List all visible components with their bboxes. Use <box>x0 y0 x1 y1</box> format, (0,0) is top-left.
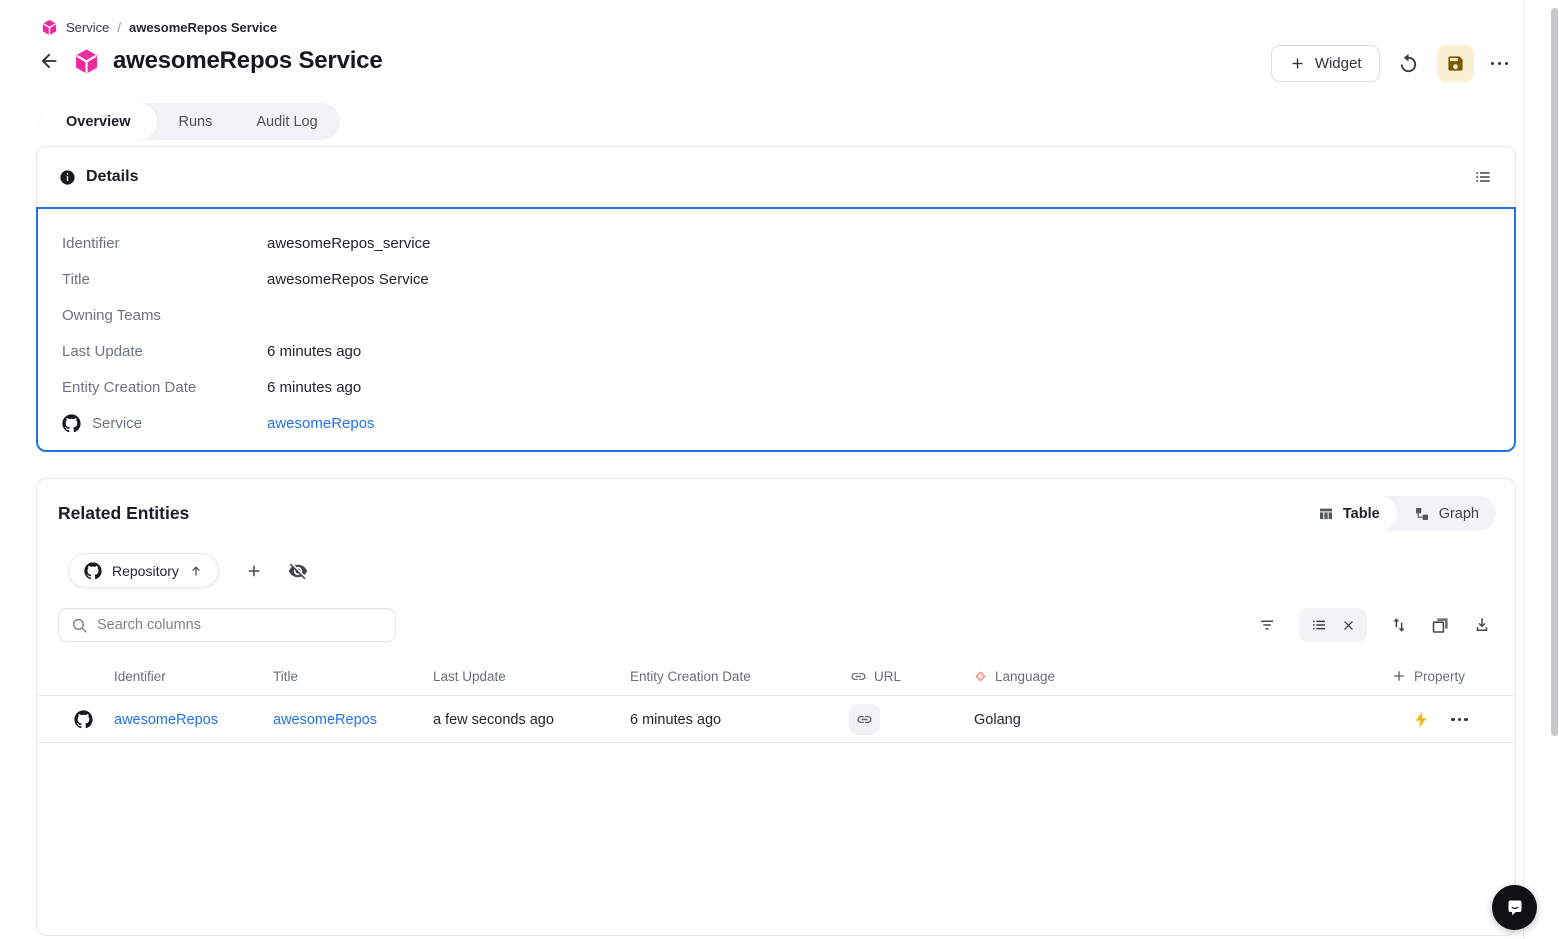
link-icon <box>850 668 867 685</box>
add-relation-button[interactable] <box>245 562 263 580</box>
clear-icon[interactable] <box>1341 618 1356 633</box>
info-icon <box>59 169 76 186</box>
header-actions: Widget <box>1270 45 1508 82</box>
table-header-row: Identifier Title Last Update Entity Crea… <box>37 656 1515 696</box>
search-columns-box <box>58 608 396 642</box>
breadcrumb-item-service[interactable]: Service <box>66 20 109 35</box>
details-header: Details <box>37 147 1515 207</box>
detail-row: Title awesomeRepos Service <box>62 261 1514 297</box>
row-title-link[interactable]: awesomeRepos <box>273 712 377 728</box>
column-header-last-update[interactable]: Last Update <box>433 656 506 696</box>
chat-icon <box>1503 896 1527 920</box>
table-icon <box>1318 506 1334 522</box>
save-icon <box>1446 54 1465 73</box>
breadcrumb-item-current: awesomeRepos Service <box>128 20 278 35</box>
plus-icon <box>1289 55 1306 72</box>
detail-label: Entity Creation Date <box>62 378 197 396</box>
service-entity-link[interactable]: awesomeRepos <box>267 415 375 432</box>
breadcrumb: Service / awesomeRepos Service <box>41 19 277 36</box>
detail-row: Identifier awesomeRepos_service <box>62 225 1514 261</box>
filter-icon[interactable] <box>1258 616 1276 634</box>
arrow-up-icon <box>189 564 203 578</box>
add-widget-button[interactable]: Widget <box>1270 45 1380 82</box>
content-edge-divider <box>1523 0 1524 939</box>
table-row[interactable]: awesomeRepos awesomeRepos a few seconds … <box>37 696 1515 743</box>
github-icon <box>62 413 81 433</box>
save-button[interactable] <box>1436 45 1474 82</box>
add-widget-label: Widget <box>1314 55 1362 72</box>
page-header: awesomeRepos Service <box>38 47 383 75</box>
row-identifier-link[interactable]: awesomeRepos <box>114 712 218 728</box>
column-header-title[interactable]: Title <box>273 656 298 696</box>
back-button[interactable] <box>38 50 60 72</box>
column-header-entity-creation-date[interactable]: Entity Creation Date <box>630 656 751 696</box>
related-entities-title: Related Entities <box>58 503 190 523</box>
relation-pills: Repository <box>68 553 308 588</box>
service-cube-icon <box>73 48 100 75</box>
link-icon <box>856 711 873 728</box>
bolt-icon[interactable] <box>1412 696 1431 743</box>
column-header-identifier[interactable]: Identifier <box>114 656 166 696</box>
github-icon <box>84 561 102 580</box>
related-entities-card: Related Entities Table Graph Repository <box>36 478 1516 936</box>
detail-value: awesomeRepos Service <box>267 270 429 288</box>
detail-label: Service <box>62 413 267 433</box>
chat-launcher-button[interactable] <box>1492 885 1537 930</box>
add-property-button[interactable]: Property <box>1391 656 1465 696</box>
detail-label: Owning Teams <box>62 306 161 324</box>
download-icon[interactable] <box>1473 616 1491 634</box>
view-list-icon[interactable] <box>1473 167 1493 187</box>
breadcrumb-separator: / <box>117 20 121 35</box>
row-last-update: a few seconds ago <box>433 711 554 728</box>
table-toolbar <box>1258 608 1491 642</box>
detail-label: Title <box>62 270 90 288</box>
detail-value: 6 minutes ago <box>267 378 362 396</box>
detail-label: Last Update <box>62 342 143 360</box>
toggle-table[interactable]: Table <box>1300 496 1397 531</box>
github-icon <box>74 696 93 743</box>
more-actions-button[interactable] <box>1490 61 1508 66</box>
tab-overview[interactable]: Overview <box>40 103 157 140</box>
sort-icon[interactable] <box>1390 616 1408 634</box>
detail-value: 6 minutes ago <box>267 342 362 360</box>
row-url-link-chip[interactable] <box>849 704 880 735</box>
details-card: Details Identifier awesomeRepos_service … <box>36 146 1516 452</box>
detail-row: Last Update 6 minutes ago <box>62 333 1514 369</box>
toggle-graph[interactable]: Graph <box>1397 496 1496 531</box>
tab-bar: Overview Runs Audit Log <box>40 103 340 140</box>
plus-icon <box>1391 668 1407 684</box>
service-cube-icon <box>41 19 58 36</box>
view-list-icon[interactable] <box>1310 616 1328 634</box>
row-entity-creation-date: 6 minutes ago <box>630 711 722 728</box>
detail-row: Entity Creation Date 6 minutes ago <box>62 369 1514 405</box>
repository-pill-label: Repository <box>112 562 179 579</box>
diamond-icon <box>973 669 988 684</box>
graph-icon <box>1414 506 1430 522</box>
hide-relations-icon[interactable] <box>288 561 308 581</box>
tab-audit-log[interactable]: Audit Log <box>234 103 339 140</box>
column-header-url[interactable]: URL <box>850 656 901 696</box>
undo-button[interactable] <box>1397 52 1420 75</box>
repository-pill[interactable]: Repository <box>68 553 219 588</box>
column-view-group <box>1299 608 1367 642</box>
search-columns-input[interactable] <box>97 617 383 633</box>
detail-value: awesomeRepos_service <box>267 234 431 252</box>
detail-row: Service awesomeRepos <box>62 405 1514 441</box>
row-language: Golang <box>974 711 1021 728</box>
tab-runs[interactable]: Runs <box>157 103 235 140</box>
copy-icon[interactable] <box>1431 616 1450 635</box>
view-toggle: Table Graph <box>1300 496 1496 531</box>
vertical-scrollbar[interactable] <box>1551 8 1558 736</box>
detail-label: Identifier <box>62 234 120 252</box>
page-title: awesomeRepos Service <box>113 47 383 74</box>
row-more-button[interactable] <box>1451 717 1468 722</box>
details-selected-region[interactable]: Identifier awesomeRepos_service Title aw… <box>36 207 1516 452</box>
detail-row: Owning Teams <box>62 297 1514 333</box>
search-icon <box>71 617 88 634</box>
column-header-language[interactable]: Language <box>973 656 1055 696</box>
details-title: Details <box>86 168 139 185</box>
